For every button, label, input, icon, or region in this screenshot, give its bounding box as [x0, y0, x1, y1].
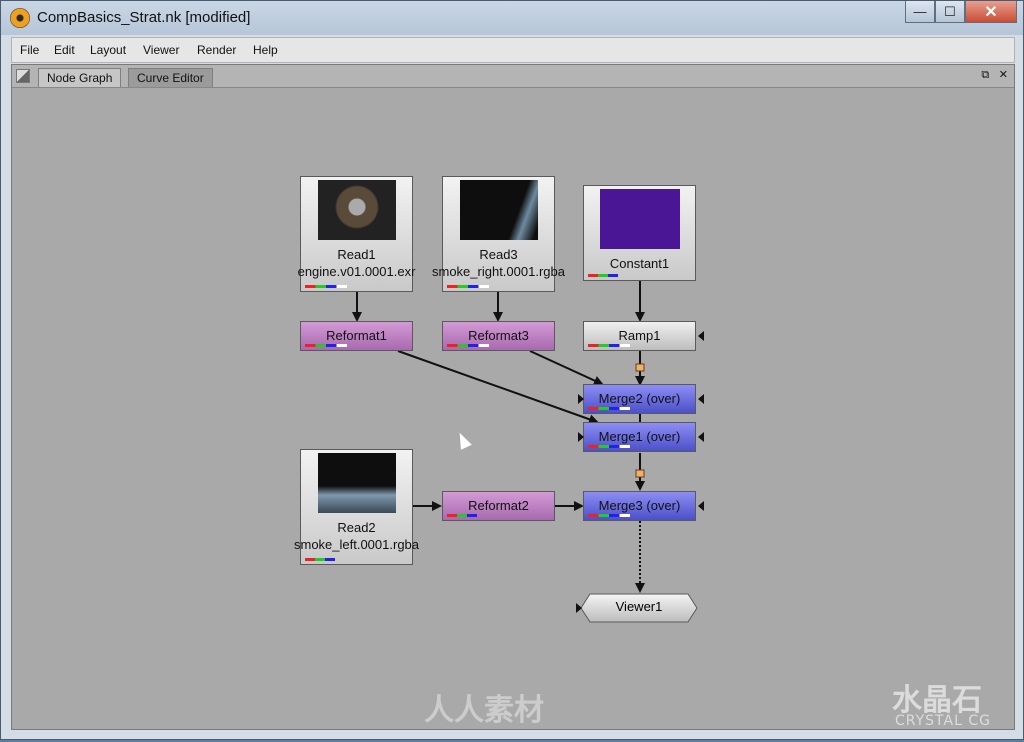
read1-channels [305, 285, 347, 288]
node-viewer1[interactable]: Viewer1 [576, 593, 698, 623]
node-ramp1[interactable]: Ramp1 [583, 321, 704, 351]
title-bar[interactable]: CompBasics_Strat.nk [modified] — ☐ ✕ [1, 1, 1023, 35]
panel-controls: ⧉ ✕ [975, 68, 1008, 82]
ramp1-mask-input-icon[interactable] [698, 331, 704, 341]
viewer1-label: Viewer1 [615, 599, 663, 614]
merge1-a-input-icon[interactable] [578, 432, 584, 442]
node-reformat3[interactable]: Reformat3 [442, 321, 555, 351]
read2-thumbnail [318, 453, 396, 513]
reformat1-label: Reformat1 [326, 328, 387, 343]
merge3-label: Merge3 (over) [598, 498, 681, 513]
edge-reformat1-merge1 [397, 350, 599, 425]
read2-file: smoke_left.0001.rgba [293, 537, 420, 552]
minimize-button[interactable]: — [905, 1, 935, 23]
read2-label: Read2 [337, 520, 376, 535]
node-read3[interactable]: Read3 smoke_right.0001.rgba [432, 176, 565, 292]
app-window: CompBasics_Strat.nk [modified] — ☐ ✕ Fil… [0, 0, 1024, 740]
panel-drag-handle-icon[interactable] [16, 69, 30, 83]
window-controls: — ☐ ✕ [905, 1, 1017, 23]
node-reformat2[interactable]: Reformat2 [442, 491, 555, 521]
ramp1-channels [588, 344, 630, 347]
node-graph-panel: Node Graph Curve Editor ⧉ ✕ Read1 engine… [11, 64, 1015, 730]
pipe-dot-merge1 [635, 469, 645, 478]
merge1-mask-input-icon[interactable] [698, 432, 704, 442]
node-graph-canvas[interactable]: Read1 engine.v01.0001.exr Read3 smoke_ri… [12, 87, 1014, 729]
close-panel-icon[interactable]: ✕ [999, 68, 1008, 81]
reformat1-channels [305, 344, 347, 347]
node-merge3[interactable]: Merge3 (over) [583, 491, 704, 521]
read3-file: smoke_right.0001.rgba [432, 264, 565, 279]
watermark-center: 人人素材 [424, 693, 544, 728]
edge-reformat3-merge2 [529, 350, 604, 386]
watermark-brand-en: CRYSTAL CG [895, 713, 991, 729]
node-read2[interactable]: Read2 smoke_left.0001.rgba [294, 449, 419, 565]
merge2-channels [588, 407, 630, 410]
menu-bar: File Edit Layout Viewer Render Help [11, 37, 1015, 63]
read3-thumbnail [460, 180, 538, 240]
merge2-label: Merge2 (over) [598, 391, 681, 406]
mouse-cursor-icon [454, 430, 472, 450]
read1-thumbnail [318, 180, 396, 240]
node-read1[interactable]: Read1 engine.v01.0001.exr [298, 176, 415, 292]
read3-label: Read3 [479, 247, 518, 262]
node-merge2[interactable]: Merge2 (over) [578, 384, 704, 414]
merge3-channels [588, 514, 630, 517]
menu-help[interactable]: Help [253, 43, 278, 57]
menu-viewer[interactable]: Viewer [143, 43, 179, 57]
viewer1-input-icon[interactable] [576, 603, 582, 613]
read3-channels [447, 285, 489, 288]
node-reformat1[interactable]: Reformat1 [300, 321, 413, 351]
window-title: CompBasics_Strat.nk [modified] [37, 9, 251, 26]
reformat3-channels [447, 344, 489, 347]
constant1-label: Constant1 [609, 256, 670, 271]
merge1-channels [588, 445, 630, 448]
merge2-a-input-icon[interactable] [578, 394, 584, 404]
menu-edit[interactable]: Edit [54, 43, 75, 57]
reformat2-channels [447, 514, 477, 517]
pipe-dot-ramp [635, 363, 645, 372]
reformat3-label: Reformat3 [468, 328, 529, 343]
menu-file[interactable]: File [20, 43, 39, 57]
tab-node-graph[interactable]: Node Graph [38, 68, 122, 87]
read2-channels [305, 558, 335, 561]
merge3-mask-input-icon[interactable] [698, 501, 704, 511]
menu-layout[interactable]: Layout [90, 43, 126, 57]
merge1-label: Merge1 (over) [598, 429, 681, 444]
ramp1-label: Ramp1 [618, 328, 661, 343]
merge2-mask-input-icon[interactable] [698, 394, 704, 404]
constant1-channels [588, 274, 618, 277]
node-merge1[interactable]: Merge1 (over) [578, 422, 704, 452]
maximize-button[interactable]: ☐ [935, 1, 965, 23]
constant1-swatch [600, 189, 680, 249]
reformat2-label: Reformat2 [468, 498, 529, 513]
menu-render[interactable]: Render [197, 43, 236, 57]
node-connections [352, 281, 645, 593]
float-panel-icon[interactable]: ⧉ [981, 68, 989, 81]
nuke-app-icon[interactable] [10, 8, 30, 28]
panel-tab-bar: Node Graph Curve Editor ⧉ ✕ [12, 65, 1014, 88]
tab-curve-editor[interactable]: Curve Editor [128, 68, 213, 87]
close-button[interactable]: ✕ [965, 1, 1017, 23]
read1-label: Read1 [337, 247, 376, 262]
node-constant1[interactable]: Constant1 [583, 185, 696, 281]
